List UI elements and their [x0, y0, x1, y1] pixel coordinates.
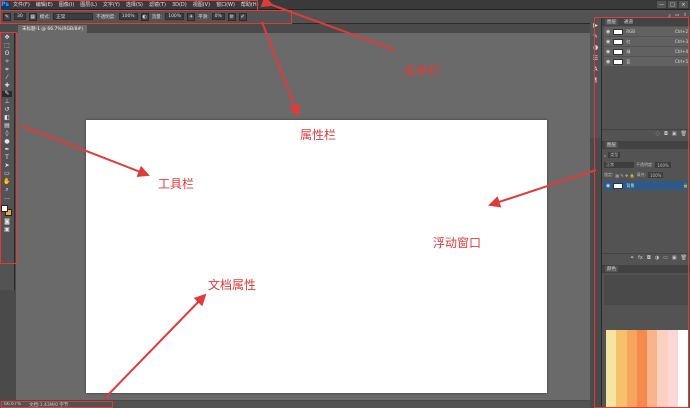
label-optionsbar: 属性栏: [300, 128, 337, 142]
foreground-color-swatch[interactable]: [1, 205, 8, 212]
annotation-arrows: [21, 0, 597, 399]
label-floating: 浮动窗口: [433, 236, 482, 250]
arrow-floating: [488, 169, 597, 208]
label-toolbar: 工具栏: [158, 177, 195, 191]
label-docprops: 文档属性: [208, 278, 257, 292]
arrow-optionsbar: [261, 21, 300, 117]
arrow-docprops: [104, 293, 207, 399]
label-menubar: 菜单栏: [404, 64, 441, 78]
arrow-menubar: [260, 0, 396, 51]
arrow-toolbar: [21, 125, 150, 177]
